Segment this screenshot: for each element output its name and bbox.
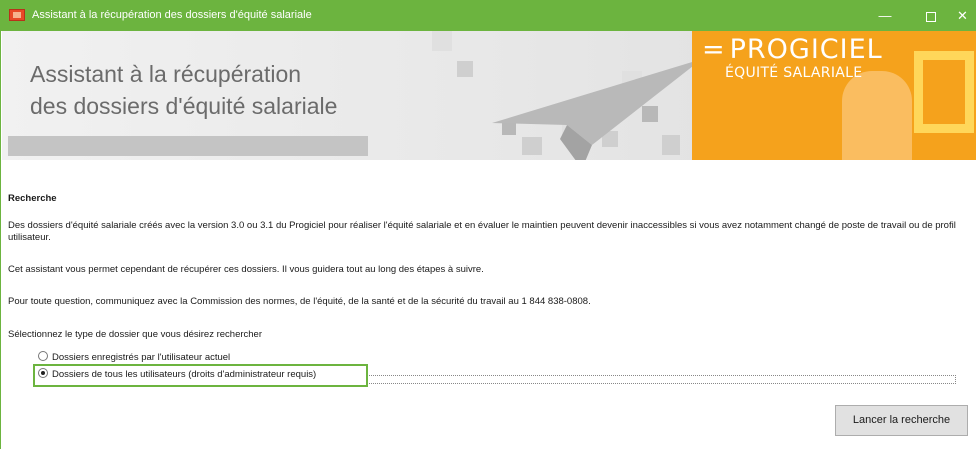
brand-logo: = PROGICIEL ÉQUITÉ SALARIALE xyxy=(702,34,883,81)
app-icon xyxy=(9,9,25,21)
decor-square xyxy=(457,61,473,77)
intro-paragraph: Des dossiers d'équité salariale créés av… xyxy=(8,220,956,243)
banner-heading: Assistant à la récupération des dossiers… xyxy=(30,58,337,122)
brand-subtitle: ÉQUITÉ SALARIALE xyxy=(725,65,863,81)
contact-paragraph: Pour toute question, communiquez avec la… xyxy=(8,296,591,307)
brand-name: PROGICIEL xyxy=(729,34,883,65)
radio-button-checked-icon[interactable] xyxy=(38,368,48,378)
selection-prompt: Sélectionnez le type de dossier que vous… xyxy=(8,329,263,340)
brand-prefix: = xyxy=(702,34,726,65)
banner-stripe xyxy=(8,136,368,156)
minimize-button[interactable]: — xyxy=(862,0,908,31)
radio-current-user[interactable]: Dossiers enregistrés par l'utilisateur a… xyxy=(38,351,230,365)
focus-indicator xyxy=(366,375,956,384)
header-banner: Assistant à la récupération des dossiers… xyxy=(2,31,976,160)
radio-label: Dossiers de tous les utilisateurs (droit… xyxy=(52,369,317,380)
section-title: Recherche xyxy=(8,193,57,204)
start-search-button[interactable]: Lancer la recherche xyxy=(835,405,968,436)
chess-figure-graphic xyxy=(842,71,912,160)
banner-heading-line2: des dossiers d'équité salariale xyxy=(30,93,338,119)
maximize-icon xyxy=(926,11,936,22)
app-window: Assistant à la récupération des dossiers… xyxy=(0,0,976,449)
window-title: Assistant à la récupération des dossiers… xyxy=(32,9,312,21)
frame-graphic xyxy=(914,51,974,133)
banner-heading-line1: Assistant à la récupération xyxy=(30,61,302,87)
guide-paragraph: Cet assistant vous permet cependant de r… xyxy=(8,264,484,275)
radio-label: Dossiers enregistrés par l'utilisateur a… xyxy=(52,352,231,363)
title-bar[interactable]: Assistant à la récupération des dossiers… xyxy=(1,0,976,31)
radio-all-users[interactable]: Dossiers de tous les utilisateurs (droit… xyxy=(38,368,316,382)
radio-button-icon[interactable] xyxy=(38,351,48,361)
decor-square xyxy=(432,31,452,51)
close-button[interactable]: ✕ xyxy=(948,0,976,31)
